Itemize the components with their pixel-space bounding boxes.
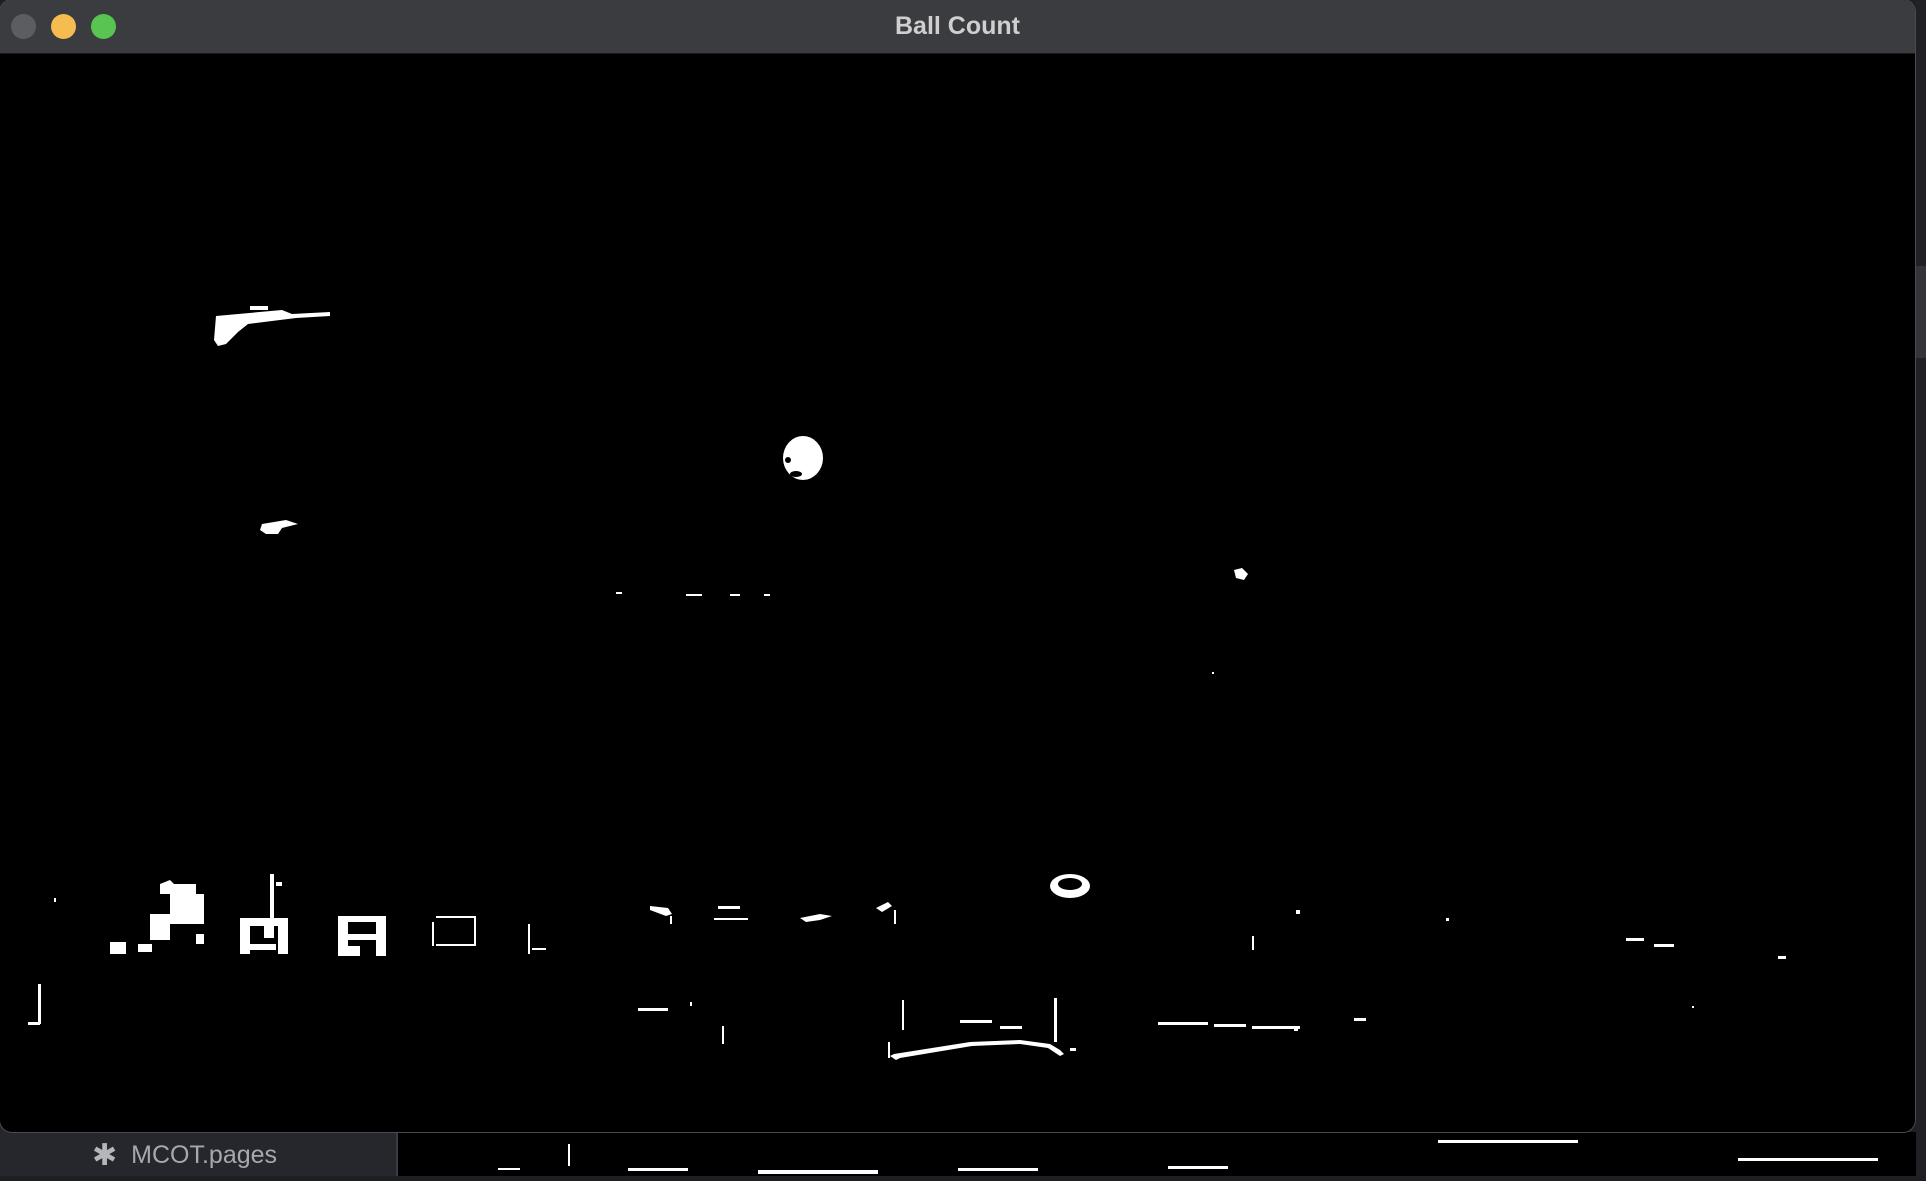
blob-cluster-bottom-left (28, 874, 546, 1025)
blob-top-left (214, 306, 330, 346)
right-edge (1916, 0, 1926, 1176)
asterisk-icon: ✱ (92, 1137, 118, 1173)
background-file-label: MCOT.pages (131, 1140, 278, 1169)
line-bottom-right (1158, 910, 1786, 1031)
window-title: Ball Count (895, 12, 1020, 40)
blob-right-small (1212, 568, 1248, 674)
background-canvas (398, 1132, 1926, 1176)
background-file-item[interactable]: ✱ MCOT.pages (92, 1137, 278, 1173)
ball-blob (783, 436, 823, 480)
right-edge-tab (1916, 266, 1926, 358)
blob-left-small (260, 520, 298, 534)
line-bottom-center (888, 998, 1076, 1060)
mask-canvas (28, 306, 1786, 1060)
dash-cluster-bottom-middle (638, 902, 896, 1044)
ball-count-window: Ball Count (0, 0, 1915, 1132)
title-bar[interactable]: Ball Count (0, 0, 1915, 54)
background-noise (498, 1140, 1878, 1174)
speck-row-middle (616, 592, 770, 596)
oval-blob (1050, 874, 1090, 898)
